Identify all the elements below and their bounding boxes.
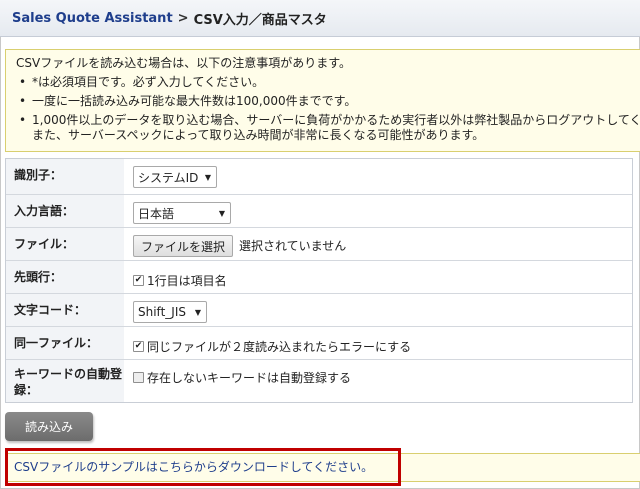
first-row-label: 先頭行： <box>6 261 124 293</box>
breadcrumb: Sales Quote Assistant > CSV入力／商品マスタ <box>0 0 640 37</box>
notice-item-text-continued: また、サーバースペックによって取り込み時間が非常に長くなる可能性があります。 <box>32 128 485 142</box>
import-form: 識別子： システムID ▼ 入力言語： 日本語 ▼ ファイル： ファイルを選択 … <box>5 158 633 403</box>
breadcrumb-separator: > <box>177 10 189 26</box>
char-code-select-value: Shift_JIS <box>138 305 186 319</box>
same-file-checkbox-label: 同じファイルが２度読み込まれたらエラーにする <box>147 340 412 354</box>
first-row-checkbox-label: 1行目は項目名 <box>147 274 227 288</box>
choose-file-button[interactable]: ファイルを選択 <box>133 235 234 257</box>
notice-item: 一度に一括読み込み可能な最大件数は100,000件までです。 <box>16 94 640 109</box>
notice-list: *は必須項目です。必ず入力してください。 一度に一括読み込み可能な最大件数は10… <box>16 75 640 143</box>
form-row-identifier: 識別子： システムID ▼ <box>6 159 632 194</box>
first-row-option[interactable]: ✔ 1行目は項目名 <box>133 272 227 289</box>
char-code-label: 文字コード： <box>6 294 124 326</box>
download-highlight-box <box>5 448 401 486</box>
first-row-checkbox[interactable]: ✔ <box>133 275 144 286</box>
file-label: ファイル： <box>6 228 124 260</box>
notice-item-text: 一度に一括読み込み可能な最大件数は100,000件までです。 <box>32 94 357 108</box>
form-row-first-row: 先頭行： ✔ 1行目は項目名 <box>6 260 632 293</box>
same-file-option[interactable]: ✔ 同じファイルが２度読み込まれたらエラーにする <box>133 338 411 355</box>
char-code-select[interactable]: Shift_JIS ▼ <box>133 301 207 323</box>
notice-box: CSVファイルを読み込む場合は、以下の注意事項があります。 *は必須項目です。必… <box>5 49 640 152</box>
chevron-down-icon: ▼ <box>194 307 201 317</box>
import-button[interactable]: 読み込み <box>5 412 93 441</box>
form-row-input-language: 入力言語： 日本語 ▼ <box>6 194 632 227</box>
chevron-down-icon: ▼ <box>204 172 211 182</box>
keyword-auto-label: キーワードの自動登録： <box>6 360 124 402</box>
keyword-auto-option[interactable]: 存在しないキーワードは自動登録する <box>133 369 351 386</box>
identifier-select[interactable]: システムID ▼ <box>133 166 217 188</box>
chevron-down-icon: ▼ <box>218 208 225 218</box>
page-title: CSV入力／商品マスタ <box>193 12 327 28</box>
same-file-label: 同一ファイル： <box>6 327 124 359</box>
input-language-select-value: 日本語 <box>138 206 175 221</box>
notice-item-text: *は必須項目です。必ず入力してください。 <box>32 75 265 89</box>
notice-item: *は必須項目です。必ず入力してください。 <box>16 75 640 90</box>
keyword-auto-checkbox[interactable] <box>133 372 144 383</box>
identifier-select-value: システムID <box>138 170 199 185</box>
same-file-checkbox[interactable]: ✔ <box>133 341 144 352</box>
identifier-label: 識別子： <box>6 159 124 194</box>
form-row-char-code: 文字コード： Shift_JIS ▼ <box>6 293 632 326</box>
file-status: 選択されていません <box>239 239 347 253</box>
notice-item: 1,000件以上のデータを取り込む場合、サーバーに負荷がかかるため実行者以外は弊… <box>16 113 640 143</box>
input-language-label: 入力言語： <box>6 195 124 227</box>
input-language-select[interactable]: 日本語 ▼ <box>133 202 231 224</box>
notice-item-text: 1,000件以上のデータを取り込む場合、サーバーに負荷がかかるため実行者以外は弊… <box>32 113 640 127</box>
form-row-same-file: 同一ファイル： ✔ 同じファイルが２度読み込まれたらエラーにする <box>6 326 632 359</box>
notice-intro: CSVファイルを読み込む場合は、以下の注意事項があります。 <box>16 56 352 70</box>
keyword-auto-checkbox-label: 存在しないキーワードは自動登録する <box>147 371 352 385</box>
form-row-keyword-auto: キーワードの自動登録： 存在しないキーワードは自動登録する <box>6 359 632 402</box>
form-row-file: ファイル： ファイルを選択 選択されていません <box>6 227 632 260</box>
breadcrumb-app-link[interactable]: Sales Quote Assistant <box>12 11 173 26</box>
